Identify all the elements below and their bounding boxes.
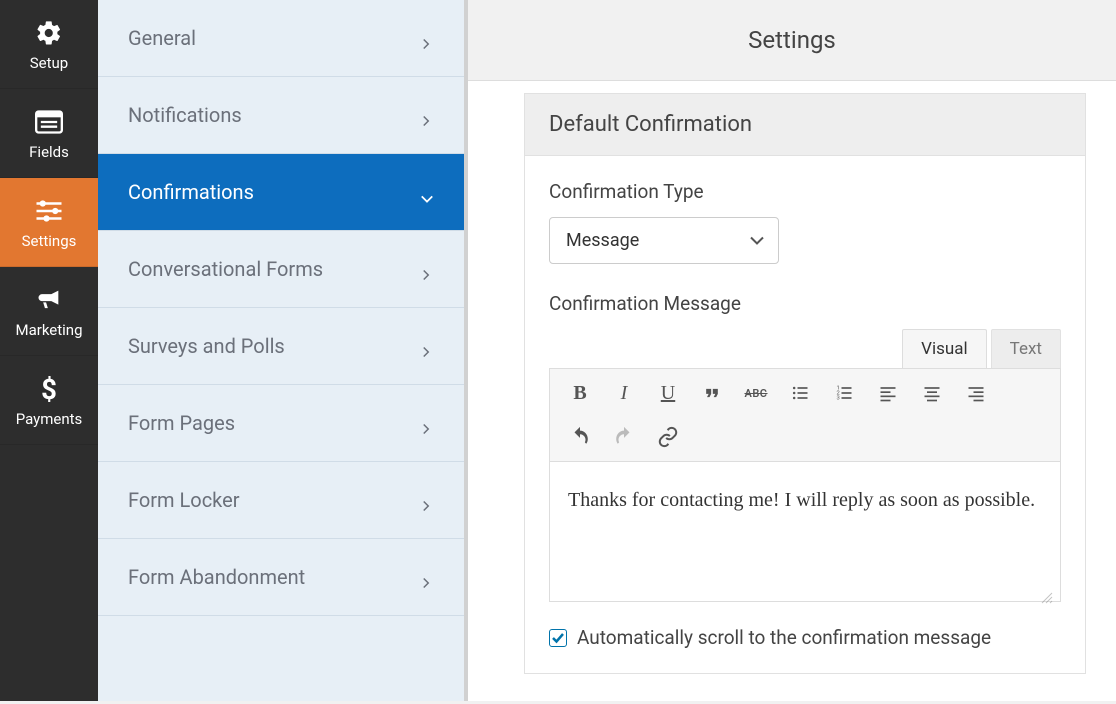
sidebar-item-form-locker[interactable]: Form Locker: [98, 462, 464, 539]
chevron-right-icon: [420, 416, 434, 430]
sidebar-item-label: Surveys and Polls: [128, 334, 285, 358]
page-title: Settings: [468, 0, 1116, 81]
panel-title: Default Confirmation: [525, 94, 1085, 156]
chevron-right-icon: [420, 262, 434, 276]
nav-item-label: Fields: [29, 143, 69, 161]
redo-button[interactable]: [604, 419, 644, 455]
svg-text:$: $: [41, 374, 57, 404]
undo-button[interactable]: [560, 419, 600, 455]
confirmation-type-select[interactable]: Message: [549, 217, 779, 264]
align-right-button[interactable]: [956, 375, 996, 411]
confirmation-message-editor[interactable]: Thanks for contacting me! I will reply a…: [549, 462, 1061, 602]
align-center-button[interactable]: [912, 375, 952, 411]
chevron-right-icon: [420, 570, 434, 584]
chevron-right-icon: [420, 493, 434, 507]
sidebar-item-form-pages[interactable]: Form Pages: [98, 385, 464, 462]
align-left-button[interactable]: [868, 375, 908, 411]
sidebar-item-label: Form Abandonment: [128, 565, 305, 589]
confirmation-panel: Default Confirmation Confirmation Type M…: [524, 93, 1086, 674]
nav-item-label: Payments: [16, 410, 83, 428]
sidebar-item-label: General: [128, 26, 196, 50]
chevron-right-icon: [420, 108, 434, 122]
underline-button[interactable]: U: [648, 375, 688, 411]
sidebar-item-label: Confirmations: [128, 180, 254, 204]
blockquote-button[interactable]: [692, 375, 732, 411]
dollar-icon: $: [34, 374, 64, 404]
nav-item-label: Settings: [22, 232, 77, 250]
main-content: Settings Default Confirmation Confirmati…: [468, 0, 1116, 701]
sidebar-item-label: Conversational Forms: [128, 257, 323, 281]
tab-text[interactable]: Text: [991, 329, 1061, 368]
nav-item-payments[interactable]: $ Payments: [0, 356, 98, 445]
nav-item-label: Marketing: [15, 321, 82, 339]
chevron-right-icon: [420, 31, 434, 45]
sidebar-item-confirmations[interactable]: Confirmations: [98, 154, 464, 231]
rich-text-editor: Visual Text B I U ABC 123: [549, 329, 1061, 602]
auto-scroll-label: Automatically scroll to the confirmation…: [577, 626, 991, 649]
sidebar-item-general[interactable]: General: [98, 0, 464, 77]
tab-visual[interactable]: Visual: [902, 329, 986, 368]
link-button[interactable]: [648, 419, 688, 455]
bullet-list-button[interactable]: [780, 375, 820, 411]
chevron-right-icon: [420, 339, 434, 353]
strikethrough-button[interactable]: ABC: [736, 375, 776, 411]
settings-sidebar: General Notifications Confirmations Conv…: [98, 0, 468, 701]
sidebar-item-form-abandonment[interactable]: Form Abandonment: [98, 539, 464, 616]
primary-nav: Setup Fields Settings Marketing $ Paymen…: [0, 0, 98, 701]
auto-scroll-checkbox[interactable]: [549, 629, 567, 647]
sidebar-item-label: Form Pages: [128, 411, 235, 435]
nav-item-settings[interactable]: Settings: [0, 178, 98, 267]
list-icon: [34, 107, 64, 137]
sidebar-item-conversational-forms[interactable]: Conversational Forms: [98, 231, 464, 308]
chevron-down-icon: [420, 185, 434, 199]
nav-item-fields[interactable]: Fields: [0, 89, 98, 178]
bold-button[interactable]: B: [560, 375, 600, 411]
sliders-icon: [34, 196, 64, 226]
bullhorn-icon: [34, 285, 64, 315]
nav-item-label: Setup: [30, 54, 68, 72]
svg-text:3: 3: [837, 396, 840, 402]
sidebar-item-surveys-and-polls[interactable]: Surveys and Polls: [98, 308, 464, 385]
sidebar-item-notifications[interactable]: Notifications: [98, 77, 464, 154]
editor-toolbar: B I U ABC 123: [549, 368, 1061, 462]
sidebar-item-label: Form Locker: [128, 488, 240, 512]
resize-handle-icon[interactable]: [1040, 583, 1054, 597]
confirmation-message-label: Confirmation Message: [549, 292, 1061, 315]
italic-button[interactable]: I: [604, 375, 644, 411]
sidebar-item-label: Notifications: [128, 103, 242, 127]
numbered-list-button[interactable]: 123: [824, 375, 864, 411]
confirmation-type-label: Confirmation Type: [549, 180, 1061, 203]
gear-icon: [34, 18, 64, 48]
nav-item-setup[interactable]: Setup: [0, 0, 98, 89]
nav-item-marketing[interactable]: Marketing: [0, 267, 98, 356]
